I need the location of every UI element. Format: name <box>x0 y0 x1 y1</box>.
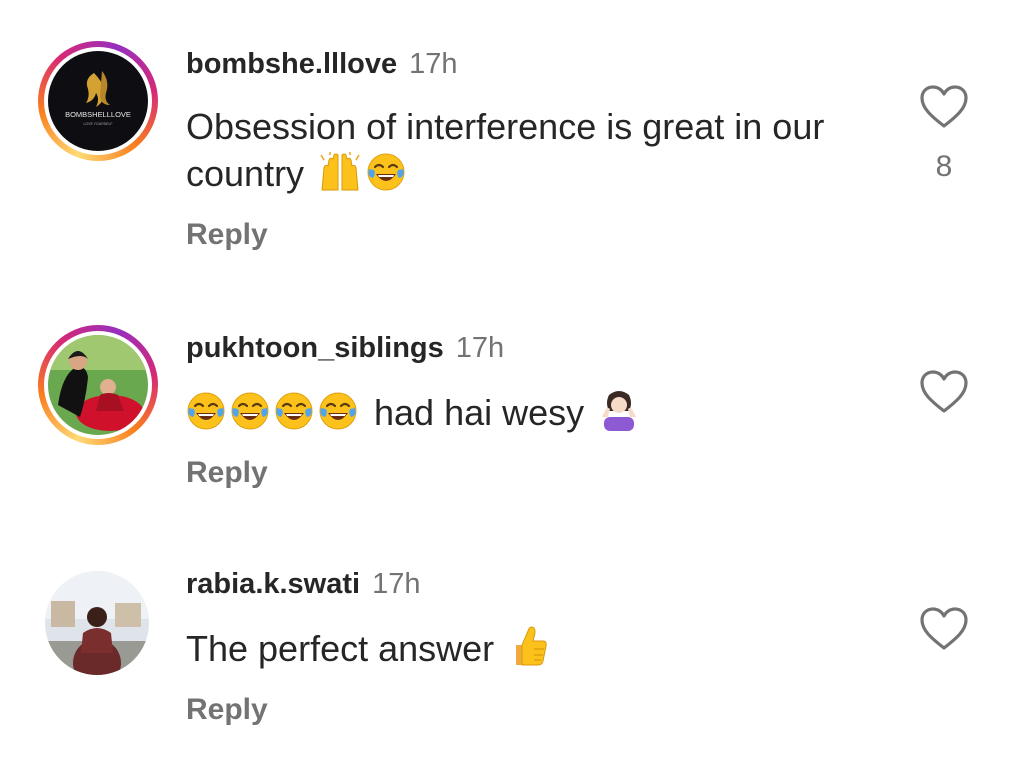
comment-text: The perfect answer <box>186 625 866 672</box>
comment-text: had hai wesy <box>186 389 866 436</box>
tears-of-joy-emoji <box>186 391 226 431</box>
comment-body: Obsession of interference is great in ou… <box>186 106 825 194</box>
heart-outline-icon[interactable] <box>919 369 969 415</box>
comment-text: Obsession of interference is great in ou… <box>186 103 866 197</box>
reply-button[interactable]: Reply <box>186 456 268 490</box>
avatar-story-ring[interactable] <box>38 325 158 445</box>
thumbs-up-emoji <box>516 626 547 666</box>
timestamp: 17h <box>455 332 505 364</box>
username-link[interactable]: pukhtoon_siblings <box>186 332 444 364</box>
comment-meta: pukhtoon_siblings 17h <box>186 332 504 365</box>
avatar-tagline: LOVE YOURSELF <box>83 122 112 126</box>
person-shrugging-emoji <box>602 391 637 431</box>
avatar: BOMBSHELLLOVE LOVE YOURSELF <box>48 51 148 151</box>
comment-body: had hai wesy <box>374 392 585 433</box>
username-link[interactable]: rabia.k.swati <box>186 568 360 600</box>
tears-of-joy-emoji <box>230 391 270 431</box>
comment-meta: rabia.k.swati 17h <box>186 568 420 601</box>
avatar-logo-text: BOMBSHELLLOVE <box>65 110 131 119</box>
timestamp: 17h <box>409 48 458 80</box>
tears-of-joy-emoji <box>274 391 314 431</box>
reply-button[interactable]: Reply <box>186 218 268 252</box>
username-link[interactable]: bombshe.lllove <box>186 48 397 80</box>
heart-outline-icon[interactable] <box>919 84 969 130</box>
reply-button[interactable]: Reply <box>186 693 268 727</box>
like-count: 8 <box>935 150 953 183</box>
comment-body: The perfect answer <box>186 628 495 669</box>
timestamp: 17h <box>372 568 421 600</box>
comment-meta: bombshe.lllove 17h <box>186 48 458 81</box>
raising-hands-emoji <box>320 152 360 191</box>
heart-outline-icon[interactable] <box>919 606 969 652</box>
tears-of-joy-emoji <box>318 391 358 431</box>
avatar <box>48 335 148 435</box>
tears-of-joy-emoji <box>366 152 406 192</box>
avatar[interactable] <box>45 571 149 675</box>
avatar-story-ring[interactable]: BOMBSHELLLOVE LOVE YOURSELF <box>38 41 158 161</box>
